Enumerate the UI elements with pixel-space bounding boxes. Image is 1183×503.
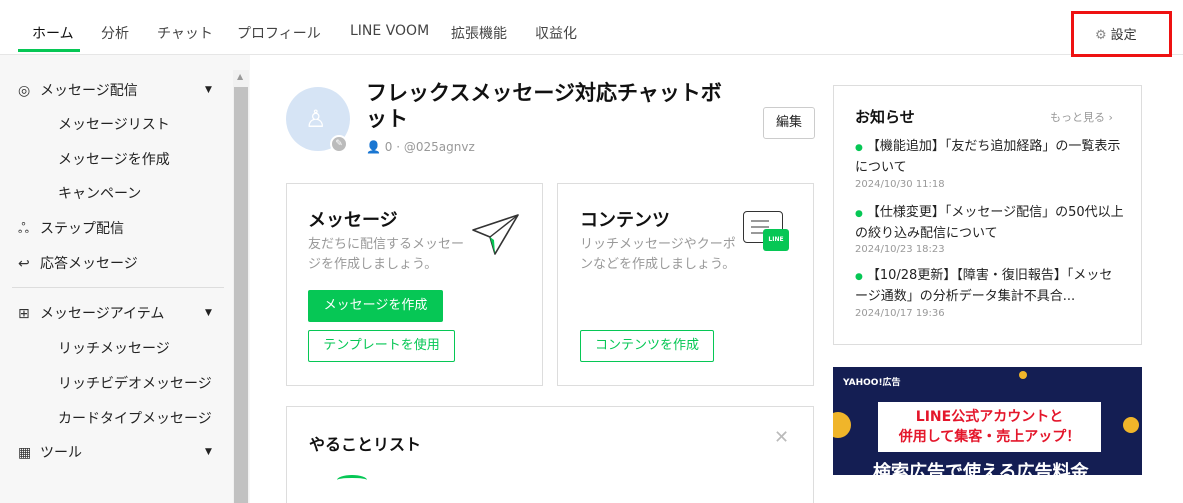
news-item[interactable]: ● 【10/28更新】【障害・復旧報告】「メッセージ通数」の分析データ集計不具合.… [855, 266, 1125, 306]
nav-line-voom[interactable]: LINE VOOM [350, 23, 429, 39]
todo-title: やることリスト [309, 435, 422, 454]
coin-decoration [833, 412, 851, 438]
bullet-icon: ● [855, 272, 863, 282]
sidebar-item-rich-video[interactable]: リッチビデオメッセージ [58, 373, 212, 393]
coin-decoration [1019, 371, 1027, 379]
news-item-date: 2024/10/30 11:18 [855, 179, 945, 190]
bullet-icon: ● [855, 143, 863, 153]
nav-monetization[interactable]: 収益化 [535, 23, 577, 43]
sidebar-item-card-type[interactable]: カードタイプメッセージ [58, 408, 212, 428]
news-item[interactable]: ● 【機能追加】「友だち追加経路」の一覧表示について [855, 137, 1125, 177]
shop-icon: ▦ [18, 445, 32, 461]
sidebar-item-message-items[interactable]: ⊞ メッセージアイテム [18, 303, 164, 323]
settings-button[interactable]: ⚙ 設定 [1095, 24, 1137, 43]
ad-logo: YAHOO!広告 [843, 378, 901, 388]
friends-icon: 👤 [366, 140, 381, 154]
sidebar-item-label: メッセージアイテム [40, 306, 165, 322]
sidebar-divider [12, 287, 224, 288]
nav-extensions[interactable]: 拡張機能 [451, 23, 507, 43]
account-meta: 👤 0 · @025agnvz [366, 140, 475, 154]
paper-plane-icon [472, 214, 519, 255]
sidebar-item-label: 応答メッセージ [40, 256, 138, 272]
news-more-label: もっと見る [1050, 111, 1105, 124]
news-item-text: 【機能追加】「友だち追加経路」の一覧表示について [855, 139, 1121, 175]
content-card: コンテンツ リッチメッセージやクーポンなどを作成しましょう。 LINE コンテン… [557, 183, 814, 386]
ad-line-1: LINE公式アカウントと [915, 409, 1064, 425]
chevron-down-icon[interactable]: ▼ [205, 85, 212, 95]
progress-arc [337, 475, 367, 485]
sidebar-item-rich-message[interactable]: リッチメッセージ [58, 338, 170, 358]
top-nav: ホーム 分析 チャット プロフィール LINE VOOM 拡張機能 収益化 ⚙ 設… [0, 0, 1183, 57]
sidebar-item-campaign[interactable]: キャンペーン [58, 183, 141, 203]
sidebar-item-step[interactable]: ஃ ステップ配信 [18, 218, 124, 239]
ad-banner[interactable]: YAHOO!広告 LINE公式アカウントと 併用して集客・売上アップ！ 検索広告… [833, 367, 1142, 475]
chevron-right-icon: › [1108, 111, 1113, 124]
nav-profile[interactable]: プロフィール [237, 23, 321, 43]
ad-bottom-text: 検索広告で使える広告料金 [873, 462, 1089, 475]
pencil-icon[interactable]: ✎ [330, 135, 348, 153]
message-card: メッセージ 友だちに配信するメッセージを作成しましょう。 メッセージを作成 テン… [286, 183, 543, 386]
nav-active-indicator [18, 49, 80, 52]
friends-count: 0 [384, 140, 393, 154]
step-icon: ஃ [18, 221, 29, 237]
sidebar-item-create-message[interactable]: メッセージを作成 [58, 149, 170, 169]
account-id: @025agnvz [403, 140, 475, 154]
news-item-text: 【仕様変更】「メッセージ配信」の50代以上の絞り込み配信について [855, 205, 1124, 241]
sidebar-item-label: ツール [40, 445, 82, 461]
sidebar-item-message-list[interactable]: メッセージリスト [58, 114, 170, 134]
sidebar-item-label: メッセージ配信 [40, 83, 138, 99]
gear-icon: ⚙ [1095, 28, 1107, 43]
sidebar-item-reply[interactable]: ↩ 応答メッセージ [18, 253, 138, 273]
user-icon: ♙ [305, 105, 327, 133]
use-template-button[interactable]: テンプレートを使用 [308, 330, 455, 362]
message-card-title: メッセージ [308, 210, 398, 231]
ad-line-2: 併用して集客・売上アップ！ [898, 429, 1081, 445]
news-more-link[interactable]: もっと見る › [1050, 109, 1113, 125]
scroll-up-arrow[interactable]: ▲ [237, 72, 243, 81]
news-item-date: 2024/10/23 18:23 [855, 244, 945, 255]
news-item-text: 【10/28更新】【障害・復旧報告】「メッセージ通数」の分析データ集計不具合..… [855, 268, 1113, 304]
todo-card: やることリスト ✕ [286, 406, 814, 503]
nav-home[interactable]: ホーム [32, 23, 74, 43]
line-badge-icon: LINE [763, 229, 789, 251]
nav-analytics[interactable]: 分析 [101, 23, 129, 43]
message-card-desc: 友だちに配信するメッセージを作成しましょう。 [308, 237, 465, 272]
nav-chat[interactable]: チャット [157, 23, 213, 43]
ad-headline-box: LINE公式アカウントと 併用して集客・売上アップ！ [878, 402, 1101, 452]
broadcast-icon: ◎ [18, 83, 31, 99]
close-icon[interactable]: ✕ [774, 427, 789, 448]
account-name: フレックスメッセージ対応チャットボット [366, 81, 722, 131]
content-card-desc: リッチメッセージやクーポンなどを作成しましょう。 [580, 237, 736, 272]
sidebar-item-broadcast[interactable]: ◎ メッセージ配信 [18, 80, 138, 100]
news-title: お知らせ [855, 108, 915, 126]
sidebar-item-tools[interactable]: ▦ ツール [18, 442, 82, 462]
plus-box-icon: ⊞ [18, 306, 30, 322]
sidebar-item-label: ステップ配信 [40, 221, 124, 237]
reply-icon: ↩ [18, 256, 30, 272]
sidebar: ◎ メッセージ配信 ▼ メッセージリスト メッセージを作成 キャンペーン ஃ ステッ… [0, 55, 250, 503]
chevron-down-icon[interactable]: ▼ [205, 308, 212, 318]
create-content-button[interactable]: コンテンツを作成 [580, 330, 714, 362]
news-item[interactable]: ● 【仕様変更】「メッセージ配信」の50代以上の絞り込み配信について [855, 203, 1125, 243]
edit-button[interactable]: 編集 [763, 107, 815, 139]
chevron-down-icon[interactable]: ▼ [205, 447, 212, 457]
create-message-button[interactable]: メッセージを作成 [308, 290, 443, 322]
news-item-date: 2024/10/17 19:36 [855, 308, 945, 319]
settings-label: 設定 [1110, 28, 1137, 43]
coin-decoration [1123, 417, 1139, 433]
content-card-title: コンテンツ [580, 210, 670, 231]
bullet-icon: ● [855, 209, 863, 219]
scrollbar-thumb[interactable] [234, 87, 248, 503]
